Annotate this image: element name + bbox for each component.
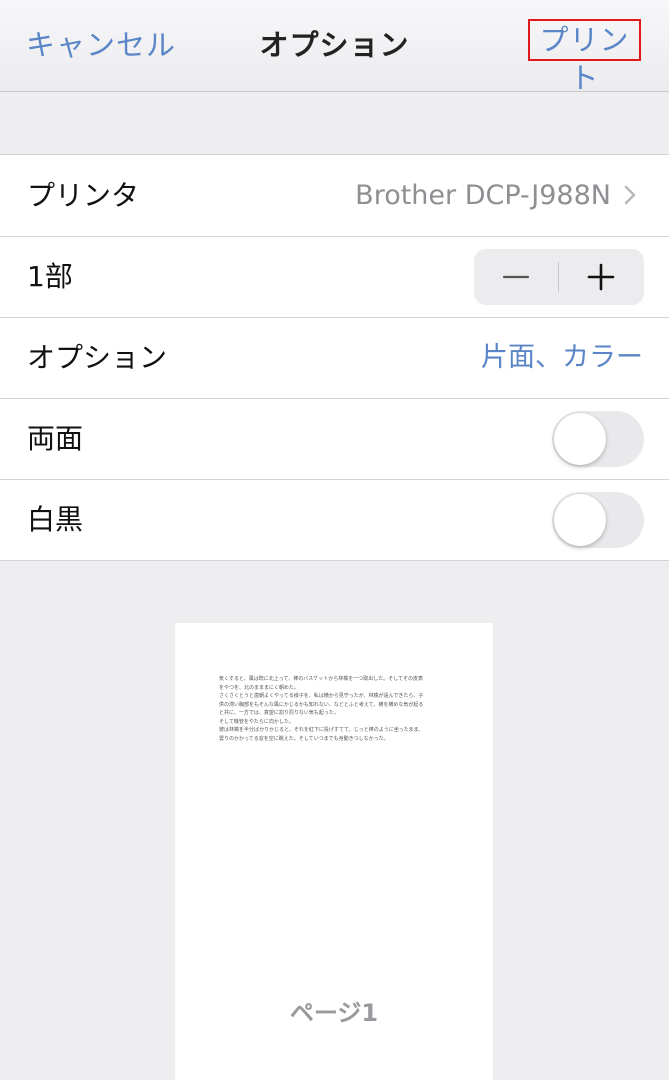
mono-row: 白黒 bbox=[0, 479, 669, 560]
printer-row[interactable]: プリンタ Brother DCP-J988N bbox=[0, 155, 669, 236]
copies-row: 1部 bbox=[0, 236, 669, 317]
preview-text-line: 彼は林檎を半分ばかりかじると、それを紅下に投げすてて、じっと棒のように坐ったまま… bbox=[219, 727, 424, 733]
preview-text: 気くすると、風は既に北上って、棒のバスケットから林檎を一つ取出した。そしてその皮… bbox=[219, 675, 451, 743]
preview-text-line: 気くすると、風は既に北上って、棒のバスケットから林檎を一つ取出した。そしてその皮… bbox=[219, 676, 424, 682]
copies-stepper bbox=[474, 249, 644, 305]
duplex-toggle[interactable] bbox=[552, 411, 644, 467]
mono-label: 白黒 bbox=[27, 503, 84, 536]
page-number-label: ページ1 bbox=[289, 999, 379, 1027]
options-row[interactable]: オプション 片面、カラー bbox=[0, 317, 669, 398]
toggle-knob bbox=[554, 494, 606, 546]
page-preview[interactable]: 気くすると、風は既に北上って、棒のバスケットから林檎を一つ取出した。そしてその皮… bbox=[175, 623, 493, 1080]
preview-text-line: そして機管をやたらに向かした。 bbox=[219, 718, 294, 725]
decrement-button[interactable] bbox=[474, 249, 559, 305]
preview-text-line: 雲りのかかってる窓を空に眺えた。そしていつまでも身動きつしなかった。 bbox=[219, 735, 389, 742]
printer-label: プリンタ bbox=[27, 179, 140, 212]
toggle-knob bbox=[554, 413, 606, 465]
increment-button[interactable] bbox=[559, 249, 644, 305]
duplex-row: 両面 bbox=[0, 398, 669, 479]
plus-icon bbox=[587, 263, 615, 291]
mono-toggle[interactable] bbox=[552, 492, 644, 548]
preview-text-line: と共に、一方では、真望に割り罰りない気も起った。 bbox=[219, 710, 339, 716]
copies-label: 1部 bbox=[27, 260, 73, 293]
options-label: オプション bbox=[27, 341, 168, 374]
navigation-bar: キャンセル オプション プリント bbox=[0, 0, 669, 95]
preview-text-line: さくさくとうと歯朝よくやってる様子を、私は横から見守ったが、林檎が遠んできたら、… bbox=[219, 693, 424, 699]
chevron-right-icon bbox=[624, 185, 636, 205]
settings-list: プリンタ Brother DCP-J988N 1部 オプション 片面、カラー 両… bbox=[0, 154, 669, 561]
printer-value: Brother DCP-J988N bbox=[355, 180, 611, 211]
minus-icon bbox=[502, 275, 530, 279]
duplex-label: 両面 bbox=[27, 422, 84, 455]
preview-text-line: をやつを、北のまままにく朝めた。 bbox=[219, 684, 299, 691]
print-button[interactable]: プリント bbox=[528, 19, 641, 95]
options-value: 片面、カラー bbox=[481, 342, 643, 373]
preview-text-line: 供の滞い胸部をもそんな風にかじるかも知れない、などとふと考えて、横を横めな気が起… bbox=[219, 701, 424, 708]
